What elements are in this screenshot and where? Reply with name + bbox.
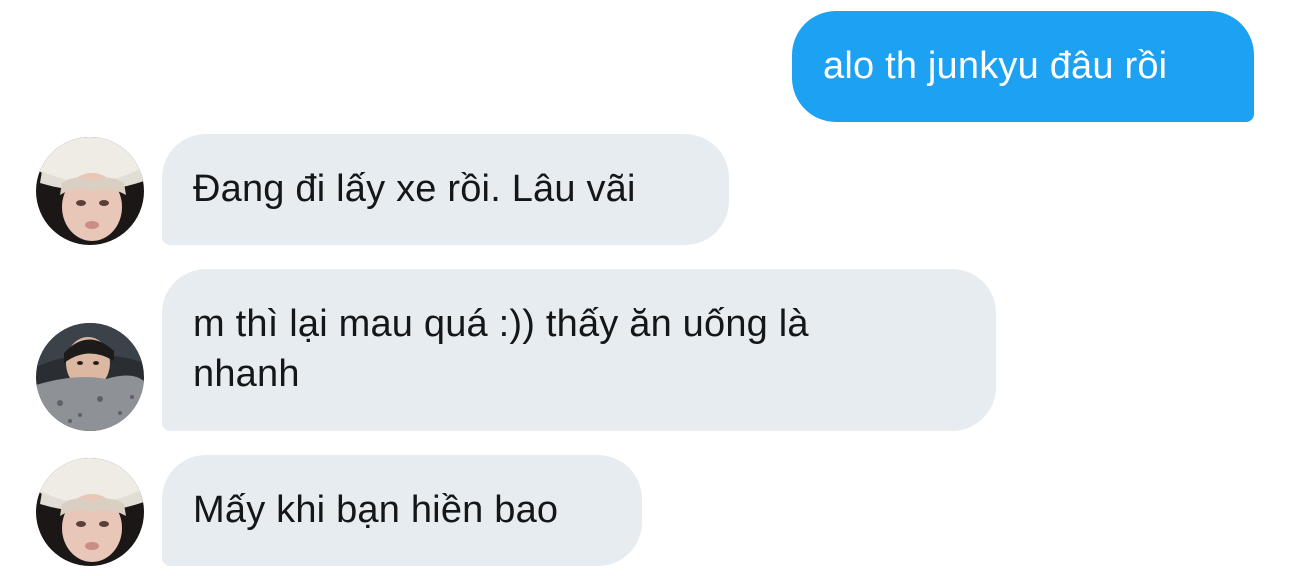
message-text: Mấy khi bạn hiền bao	[193, 489, 559, 531]
incoming-message-bubble[interactable]: m thì lại mau quá :)) thấy ăn uống là nh…	[162, 269, 996, 431]
outgoing-message-bubble[interactable]: alo th junkyu đâu rồi	[792, 11, 1254, 122]
sender-avatar[interactable]	[36, 458, 144, 566]
sender-avatar[interactable]	[36, 137, 144, 245]
car-selfie-avatar-icon	[36, 323, 144, 431]
message-text: m thì lại mau quá :)) thấy ăn uống là nh…	[193, 303, 809, 395]
message-text: Đang đi lấy xe rồi. Lâu vãi	[193, 168, 636, 210]
incoming-message-bubble[interactable]: Mấy khi bạn hiền bao	[162, 455, 642, 566]
white-bucket-hat-avatar-icon	[36, 458, 144, 566]
white-bucket-hat-avatar-icon	[36, 137, 144, 245]
sender-avatar[interactable]	[36, 323, 144, 431]
incoming-message-bubble[interactable]: Đang đi lấy xe rồi. Lâu vãi	[162, 134, 729, 245]
message-text: alo th junkyu đâu rồi	[823, 45, 1168, 87]
